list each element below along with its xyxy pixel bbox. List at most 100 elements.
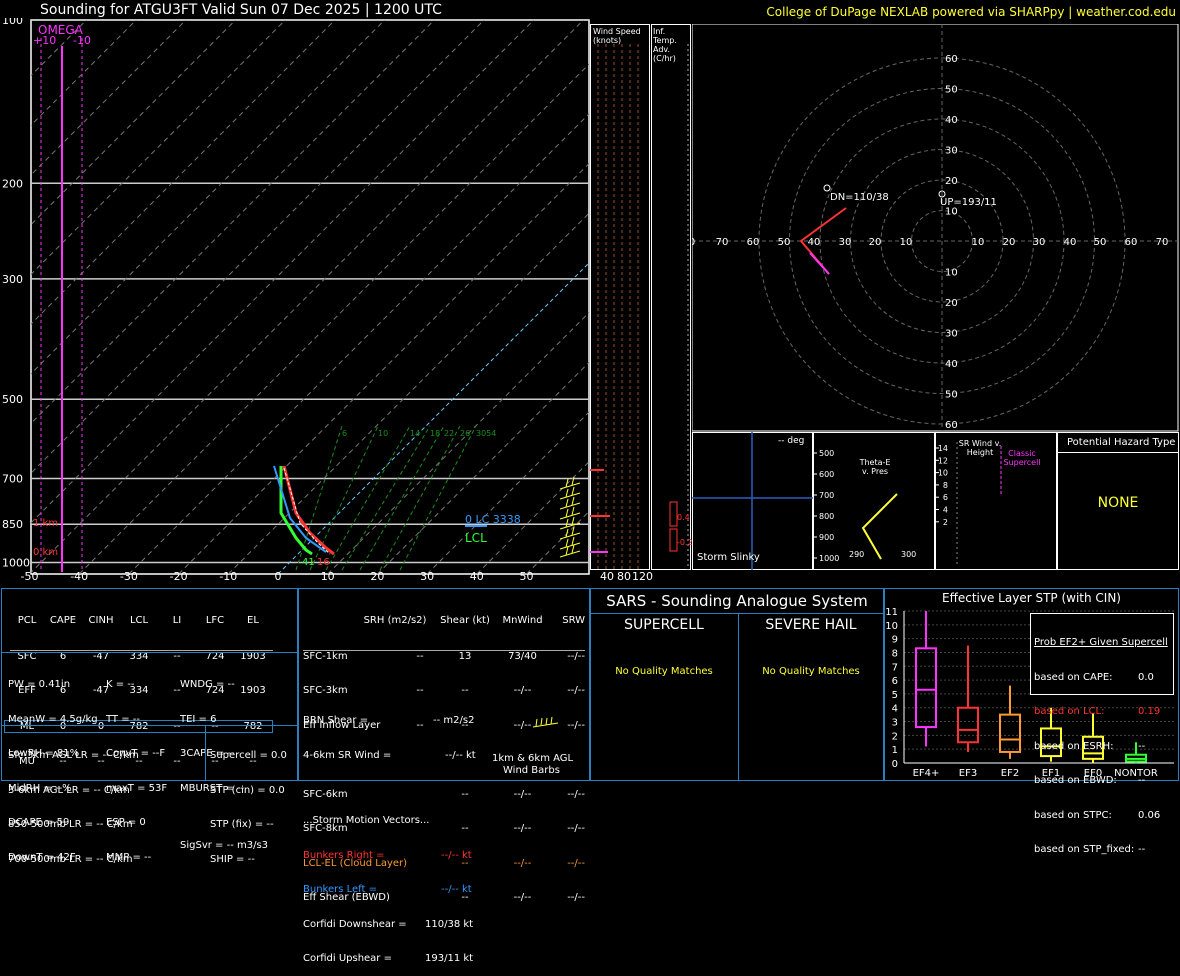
hazard-value: NONE — [1097, 495, 1139, 511]
mixing-ratio-label: 6 — [342, 429, 347, 438]
pressure-tick-label: 100 — [2, 18, 23, 27]
hodo-ring-label: 40 — [945, 115, 958, 126]
lapse-col-1: Sfc-3km AGL LR = -- C/km 3-6km AGL LR = … — [8, 727, 139, 877]
temp-tick-label: 0 — [275, 570, 282, 583]
lapse-text: Sfc-3km AGL LR = -- C/km — [8, 750, 139, 761]
stp-y-label: 4 — [892, 704, 898, 715]
theta-e-profile — [861, 493, 898, 560]
hodo-ring-label: 60 — [945, 54, 958, 65]
stp-y-label: 5 — [892, 690, 898, 701]
kin-cell: -- — [416, 650, 424, 662]
hodo-axis-label: 20 — [869, 237, 882, 248]
sr-y-label: 14 — [938, 444, 948, 453]
hodo-ring-label: 50 — [945, 85, 958, 96]
prob-label: based on EBWD: — [1034, 775, 1117, 786]
kin-cell: --/-- — [567, 685, 585, 696]
stp-y-label: 9 — [892, 635, 898, 646]
kin-cell: --/-- — [513, 823, 532, 834]
index-text: TEI = 6 — [180, 713, 217, 725]
hazard-divider — [1057, 452, 1179, 453]
kinematics-extra: BRN Shear = -- m2/s2 4-6km SR Wind = --/--… — [303, 692, 476, 976]
prob-label: based on LCL: — [1034, 706, 1105, 717]
hodo-axis-label: 10 — [972, 237, 985, 248]
sfc-temp-label: 16 — [317, 557, 330, 568]
kin-header-srw: SRW — [562, 615, 585, 626]
index-text: TT = -- — [106, 713, 140, 725]
hazard-title: Potential Hazard Type — [1067, 437, 1176, 448]
sr-y-label: 12 — [938, 456, 948, 465]
corfidi-down-value: 110/38 kt — [425, 918, 474, 930]
temp-tick-label: -40 — [70, 570, 88, 583]
stp-y-label: 8 — [892, 648, 898, 659]
temp-tick-label: 40 — [470, 570, 484, 583]
temp-adv-value-2: -0.2 — [677, 538, 693, 547]
corfidi-up-value: 193/11 kt — [425, 953, 474, 964]
mixing-ratio-label: 22 — [444, 429, 454, 438]
temp-tick-label: 30 — [420, 570, 434, 583]
omega-tick-neg: -10 — [73, 34, 91, 47]
lcl-label: LCL — [465, 531, 487, 545]
prob-row: based on STPC: 0.06 — [1034, 810, 1168, 822]
prob-value: -- — [1138, 775, 1146, 786]
pressure-tick-label: 700 — [2, 472, 23, 485]
sr-y-label: 4 — [943, 506, 948, 515]
kin-header-mnwind: MnWind — [502, 615, 543, 626]
hodo-ring-label: 50 — [945, 390, 958, 401]
parcel-header-el: EL — [247, 615, 259, 626]
prob-label: based on CAPE: — [1034, 671, 1113, 683]
sr-y-label: 6 — [943, 493, 948, 502]
temp-tick-label: 20 — [370, 570, 384, 583]
temp-adv-chart — [669, 44, 689, 570]
brn-shear-row: BRN Shear = -- m2/s2 — [303, 715, 476, 727]
hodo-dn-marker — [823, 184, 831, 192]
temp-tick-label: -20 — [170, 570, 188, 583]
hodo-ring-label: 10 — [945, 268, 958, 279]
storm-slinky-chart — [692, 432, 813, 570]
stp-title: Effective Layer STP (with CIN) — [942, 591, 1121, 605]
prob-row: based on ESRH: -- — [1034, 741, 1168, 753]
stp-y-label: 11 — [885, 607, 898, 618]
wind-speed-chart — [590, 44, 639, 570]
height-1km-label: 1 km — [33, 518, 59, 529]
kin-cell: --/-- — [513, 685, 532, 696]
wind-tick-40: 40 — [600, 570, 614, 583]
lapse-text: SHIP = -- — [210, 853, 255, 865]
stp-y-label: 6 — [892, 676, 898, 687]
prob-value: 0.06 — [1138, 809, 1161, 821]
hodo-axis-label: 20 — [1003, 237, 1016, 248]
theta-y-label: 1000 — [819, 554, 839, 563]
prob-label: based on STP_fixed: — [1034, 844, 1135, 855]
corfidi-down-label: Corfidi Downshear = — [303, 918, 407, 930]
parcel-header-row: PCL CAPE CINH LCL LI LFC EL — [10, 615, 273, 627]
sars-supercell-result: No Quality Matches — [615, 666, 713, 677]
theta-y-label: 800 — [819, 512, 834, 521]
temp-tick-label: 50 — [520, 570, 534, 583]
mixing-ratio-label: 10 — [378, 429, 388, 438]
hodo-axis-label: 60 — [747, 237, 760, 248]
hodograph-chart: 10 10 20 20 30 30 40 40 50 50 60 60 0 70 60 50 40 30 20 10 1… — [692, 24, 1179, 432]
page-title: Sounding for ATGU3FT Valid Sun 07 Dec 20… — [40, 2, 442, 18]
hodo-ring-label: 20 — [945, 176, 958, 187]
hodo-ring-label: 30 — [945, 146, 958, 157]
kin-cell: --/-- — [567, 823, 585, 834]
sars-hail-heading: SEVERE HAIL — [765, 617, 857, 633]
temp-tick-label: -50 — [21, 570, 39, 583]
kin-cell: 73/40 — [508, 650, 537, 662]
stp-category-label: EF4+ — [913, 768, 940, 779]
temp-tick-label: -30 — [120, 570, 138, 583]
prob-title: Prob EF2+ Given Supercell — [1034, 637, 1168, 648]
hodo-axis-label: 50 — [778, 237, 791, 248]
sars-divider-h — [590, 613, 884, 614]
corfidi-down-row: Corfidi Downshear = 110/38 kt — [303, 919, 476, 931]
temp-tick-label: 10 — [321, 570, 335, 583]
sars-hail-result: No Quality Matches — [762, 666, 860, 677]
prob-value: -- — [1138, 740, 1146, 752]
hodo-axis-label: 30 — [1033, 237, 1046, 248]
stp-box — [915, 647, 937, 729]
stp-y-label: 1 — [892, 745, 898, 756]
hodo-axis-label: 70 — [716, 237, 729, 248]
sars-divider-v — [738, 613, 739, 781]
parcel-header-pcl: PCL — [17, 615, 37, 626]
hodo-ring-label: 30 — [945, 329, 958, 340]
lapse-text: STP (fix) = -- — [210, 819, 274, 830]
